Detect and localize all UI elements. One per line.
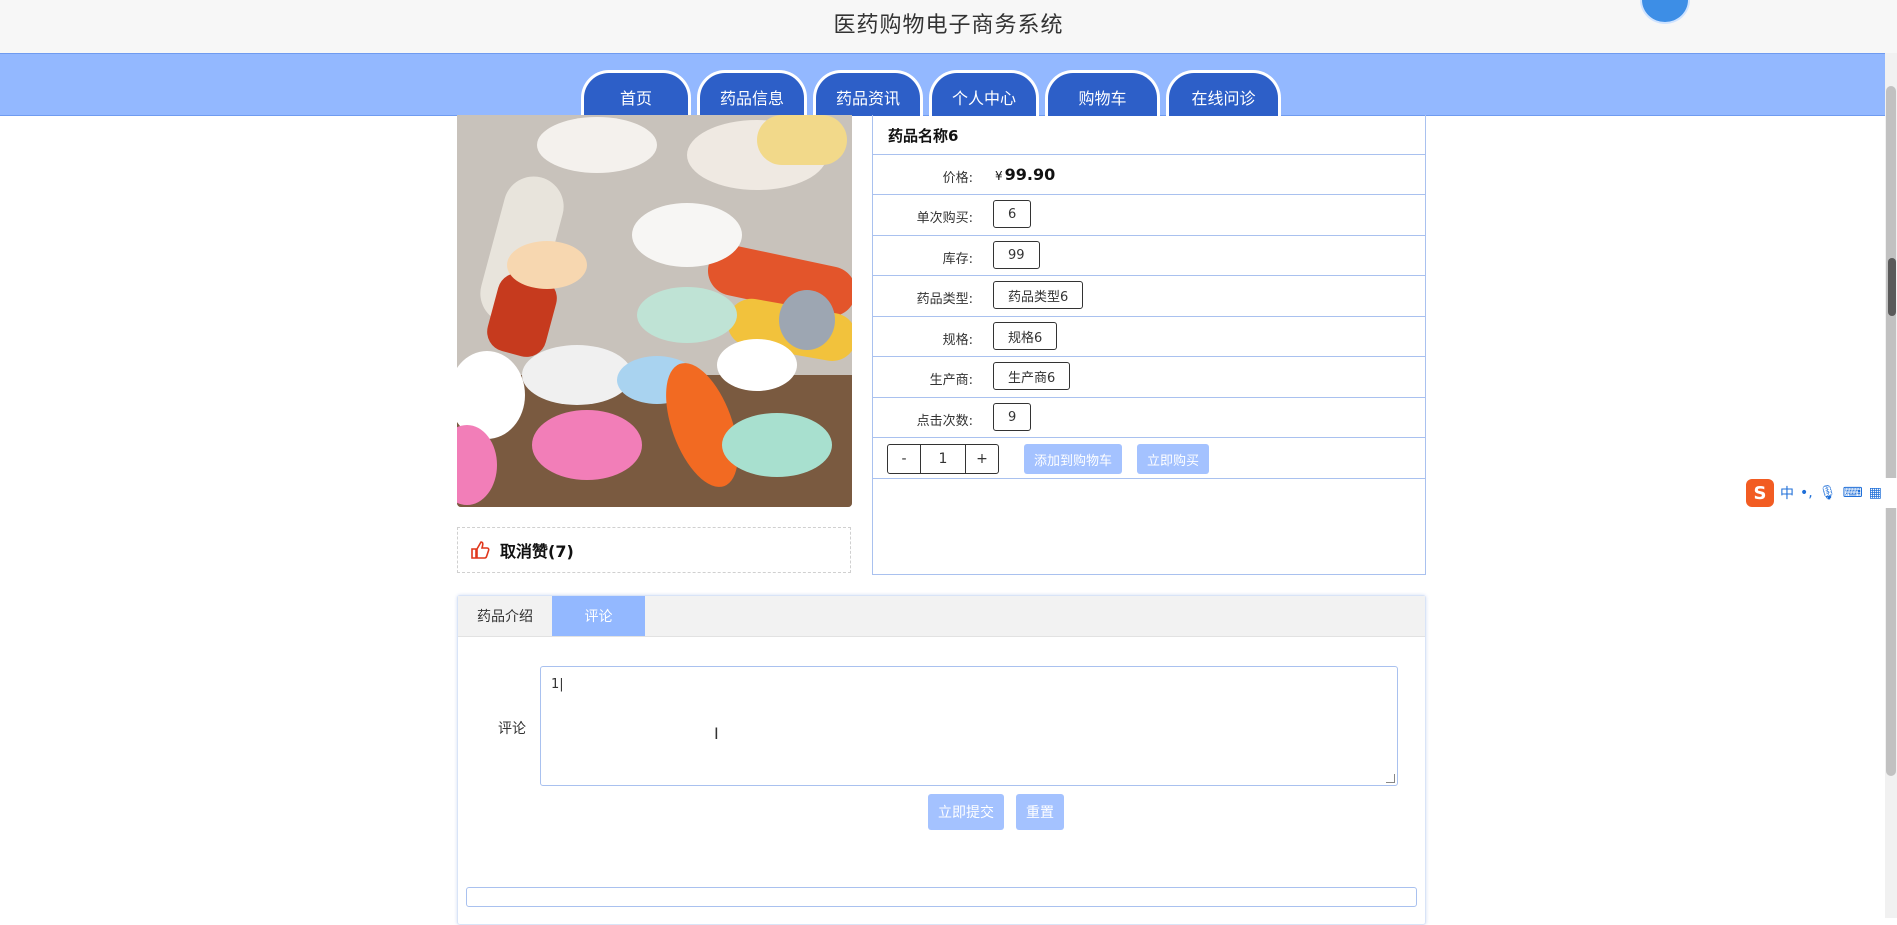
nav-home[interactable]: 首页: [581, 70, 691, 116]
stock-value: 99: [993, 241, 1040, 269]
click-count-row: 点击次数: 9: [873, 398, 1425, 438]
comment-text: 1|: [551, 677, 564, 692]
drug-type-row: 药品类型: 药品类型6: [873, 276, 1425, 317]
drug-type-label: 药品类型:: [916, 292, 973, 307]
quantity-input[interactable]: 1: [921, 444, 965, 474]
text-cursor-icon: I: [714, 724, 719, 743]
resize-handle[interactable]: [1386, 774, 1395, 783]
price-row: 价格: ¥99.90: [873, 155, 1425, 195]
quantity-stepper: - 1 +: [887, 444, 999, 474]
spec-value: 规格6: [993, 322, 1058, 350]
quantity-increment-button[interactable]: +: [965, 444, 999, 474]
spec-row: 规格: 规格6: [873, 317, 1425, 357]
ime-toolbar[interactable]: S 中 •, 🎙 ⌨ ▦: [1746, 478, 1897, 508]
tab-comment[interactable]: 评论: [552, 596, 645, 636]
stock-label: 库存:: [942, 252, 973, 267]
spec-label: 规格:: [942, 333, 973, 348]
thumbs-up-icon: [471, 541, 490, 559]
product-name-row: 药品名称6: [873, 115, 1425, 155]
punctuation-icon[interactable]: •,: [1800, 485, 1813, 501]
comment-list-container: [466, 887, 1417, 907]
click-count-label: 点击次数:: [916, 414, 973, 429]
pills-illustration: [457, 115, 852, 507]
grid-icon[interactable]: ▦: [1869, 485, 1882, 501]
purchase-unit-value: 6: [993, 200, 1032, 228]
comment-field-label: 评论: [498, 721, 526, 737]
like-toggle[interactable]: 取消赞(7): [457, 527, 851, 573]
keyboard-icon[interactable]: ⌨: [1843, 485, 1863, 501]
price-amount: 99.90: [1004, 165, 1056, 184]
ime-mode[interactable]: 中: [1780, 483, 1794, 503]
reset-comment-button[interactable]: 重置: [1016, 794, 1064, 830]
nav-cart[interactable]: 购物车: [1045, 70, 1160, 116]
nav-drug-info[interactable]: 药品信息: [697, 70, 807, 116]
scrollbar-marker: [1888, 258, 1896, 316]
nav-personal-center[interactable]: 个人中心: [929, 70, 1039, 116]
click-count-value: 9: [993, 403, 1032, 431]
quantity-decrement-button[interactable]: -: [887, 444, 921, 474]
drug-type-value: 药品类型6: [993, 281, 1084, 309]
buy-now-button[interactable]: 立即购买: [1137, 444, 1210, 474]
nav-online-consult[interactable]: 在线问诊: [1166, 70, 1281, 116]
submit-comment-button[interactable]: 立即提交: [928, 794, 1004, 830]
manufacturer-row: 生产商: 生产商6: [873, 357, 1425, 398]
product-info-panel: 药品名称6 价格: ¥99.90 单次购买: 6 库存: 99 药品类型: 药品…: [872, 115, 1426, 575]
nav-drug-news[interactable]: 药品资讯: [813, 70, 923, 116]
main-navbar: 首页 药品信息 药品资讯 个人中心 购物车 在线问诊: [0, 53, 1885, 116]
scrollbar-thumb[interactable]: [1886, 86, 1896, 776]
comment-textarea[interactable]: 1|: [540, 666, 1398, 786]
manufacturer-value: 生产商6: [993, 362, 1071, 390]
tab-bar: 药品介绍 评论: [458, 596, 1425, 637]
detail-tabs-panel: 药品介绍 评论 评论 1| I 立即提交 重置: [457, 595, 1426, 925]
purchase-unit-row: 单次购买: 6: [873, 195, 1425, 236]
ime-logo-icon: S: [1746, 479, 1774, 507]
price-value: ¥99.90: [995, 165, 1055, 184]
purchase-actions-row: - 1 + 添加到购物车 立即购买: [873, 438, 1425, 479]
add-to-cart-button[interactable]: 添加到购物车: [1024, 444, 1123, 474]
site-header: 医药购物电子商务系统: [0, 0, 1897, 54]
tab-drug-intro[interactable]: 药品介绍: [458, 596, 552, 636]
currency-symbol: ¥: [995, 169, 1003, 183]
purchase-unit-label: 单次购买:: [916, 211, 973, 226]
site-title: 医药购物电子商务系统: [833, 13, 1064, 38]
stock-row: 库存: 99: [873, 236, 1425, 276]
price-label: 价格:: [942, 171, 973, 186]
product-name: 药品名称6: [888, 127, 959, 145]
manufacturer-label: 生产商:: [929, 373, 973, 388]
product-image: [457, 115, 852, 507]
microphone-icon[interactable]: 🎙: [1819, 485, 1837, 501]
like-label: 取消赞(7): [500, 542, 574, 561]
